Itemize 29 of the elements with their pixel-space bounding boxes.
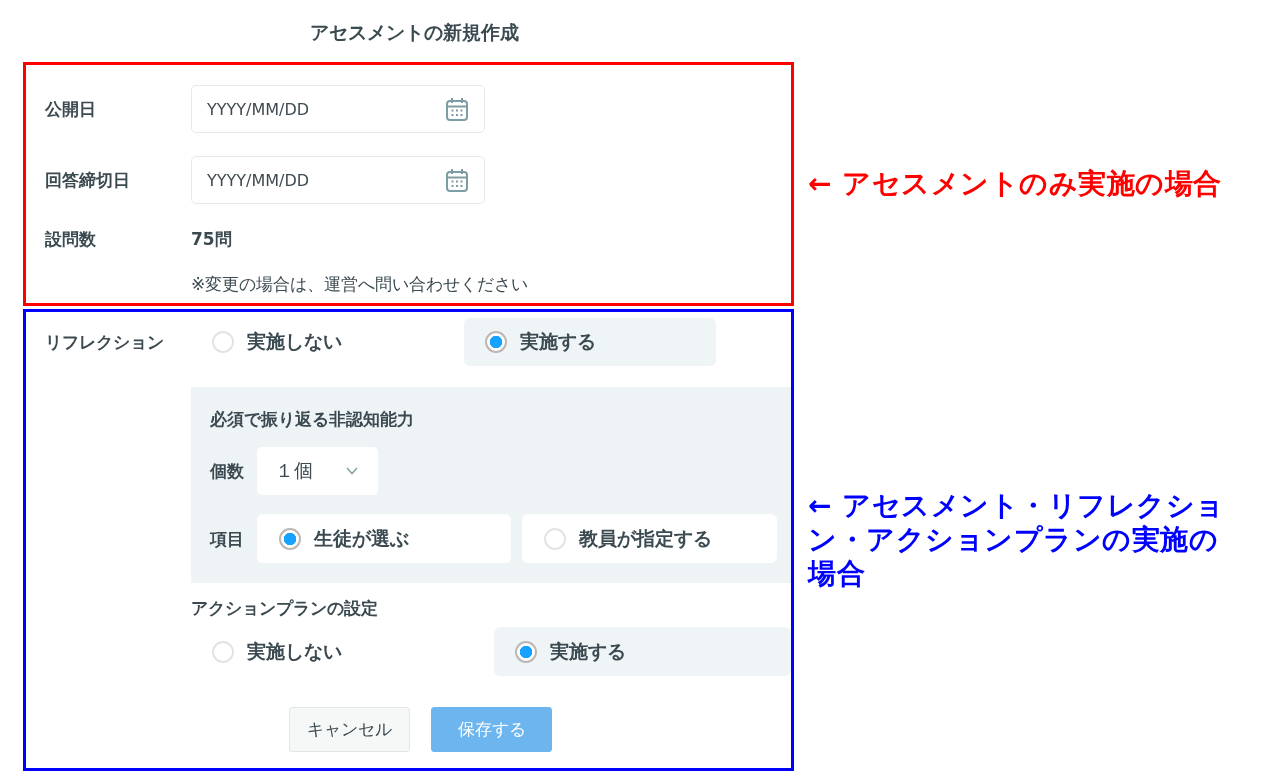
date-field[interactable]: YYYY/MM/DD bbox=[191, 156, 485, 204]
field-label: 個数 bbox=[210, 461, 245, 481]
date-field[interactable]: YYYY/MM/DD bbox=[191, 85, 485, 133]
help-text: ※変更の場合は、運営へ問い合わせください bbox=[191, 274, 530, 294]
count-select[interactable]: １個 bbox=[257, 447, 378, 495]
field-label: 回答締切日 bbox=[45, 170, 131, 190]
radio-option[interactable]: 実施しない bbox=[191, 318, 443, 366]
field-value: 75問 bbox=[191, 229, 232, 249]
section-title: 必須で振り返る非認知能力 bbox=[210, 408, 415, 430]
radio-icon[interactable] bbox=[515, 640, 537, 663]
field-label: 設問数 bbox=[45, 229, 97, 249]
calendar-icon[interactable] bbox=[446, 168, 468, 192]
page-title: アセスメントの新規作成 bbox=[310, 20, 519, 44]
radio-option[interactable]: 教員が指定する bbox=[522, 514, 777, 563]
cancel-button[interactable]: キャンセル bbox=[289, 707, 410, 752]
chevron-icon bbox=[346, 467, 358, 475]
field-label: 項目 bbox=[210, 528, 245, 549]
section-title: アクションプランの設定 bbox=[191, 597, 379, 619]
annotation-text: ← アセスメント・リフレクション・アクションプランの実施の場合 bbox=[808, 489, 1226, 591]
field-label: リフレクション bbox=[45, 332, 165, 352]
field-label: 公開日 bbox=[45, 99, 97, 119]
annotation-text: ← アセスメントのみ実施の場合 bbox=[808, 167, 1222, 201]
radio-option[interactable]: 生徒が選ぶ bbox=[257, 514, 511, 563]
radio-option[interactable]: 実施する bbox=[464, 318, 716, 366]
calendar-icon[interactable] bbox=[446, 97, 468, 121]
radio-option[interactable]: 実施する bbox=[494, 627, 791, 676]
radio-option[interactable]: 実施しない bbox=[191, 627, 473, 676]
radio-icon[interactable] bbox=[279, 527, 301, 550]
radio-icon[interactable] bbox=[485, 331, 507, 353]
